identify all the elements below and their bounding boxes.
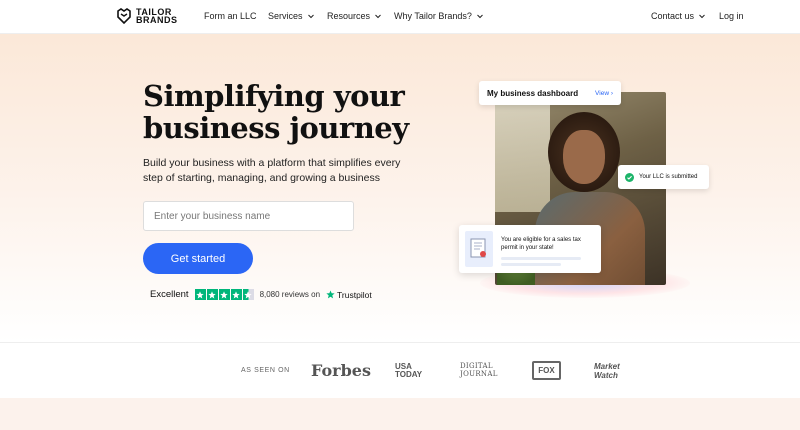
- fox-logo: FOX: [532, 361, 561, 380]
- nav-services[interactable]: Services: [268, 11, 315, 21]
- trustpilot-logo: Trustpilot: [326, 290, 372, 300]
- star-icon: [218, 289, 230, 300]
- top-nav: TAILOR BRANDS Form an LLC Services Resou…: [0, 0, 800, 34]
- business-name-input[interactable]: [143, 201, 354, 231]
- check-circle-icon: [625, 172, 634, 182]
- nav-contact-us[interactable]: Contact us: [651, 11, 706, 21]
- chevron-down-icon: [477, 14, 483, 19]
- permit-card: You are eligible for a sales tax permit …: [459, 225, 601, 273]
- marketwatch-logo: Market Watch: [594, 362, 620, 380]
- rating-label: Excellent: [150, 289, 189, 300]
- half-star-icon: [242, 289, 254, 300]
- view-link[interactable]: View ›: [595, 90, 613, 97]
- permit-text: You are eligible for a sales tax permit …: [501, 237, 581, 251]
- as-seen-on-label: AS SEEN ON: [241, 367, 290, 374]
- document-icon: [465, 231, 494, 267]
- trustpilot-star-icon: [326, 290, 335, 299]
- rating-stars: [194, 289, 254, 300]
- nav-why-tailor-brands[interactable]: Why Tailor Brands?: [394, 11, 484, 21]
- llc-status-text: Your LLC is submitted: [639, 174, 698, 180]
- logo-text: TAILOR BRANDS: [136, 7, 178, 25]
- nav-resources[interactable]: Resources: [327, 11, 382, 21]
- dashboard-title-card: My business dashboard View ›: [479, 81, 621, 105]
- llc-status-card: Your LLC is submitted: [618, 165, 709, 189]
- review-count: 8,080 reviews on: [259, 290, 321, 299]
- hero-headline: Simplifying your business journey: [143, 79, 409, 145]
- nav-log-in[interactable]: Log in: [719, 11, 744, 21]
- permit-placeholder-lines: [501, 257, 595, 266]
- logo-icon: [117, 8, 131, 24]
- chevron-down-icon: [699, 14, 705, 19]
- star-icon: [230, 289, 242, 300]
- usa-today-logo: USA TODAY: [395, 362, 423, 379]
- chevron-down-icon: [307, 14, 314, 19]
- chevron-down-icon: [375, 14, 381, 19]
- star-icon: [194, 289, 206, 300]
- star-icon: [206, 289, 218, 300]
- next-section-band: [0, 398, 800, 430]
- get-started-button[interactable]: Get started: [143, 243, 253, 274]
- tailor-brands-logo[interactable]: TAILOR BRANDS: [116, 7, 178, 25]
- nav-form-llc[interactable]: Form an LLC: [204, 11, 257, 21]
- forbes-logo: Forbes: [311, 361, 371, 380]
- digital-journal-logo: DIGITAL JOURNAL: [460, 362, 498, 378]
- trustpilot-rating[interactable]: Excellent 8,080 reviews on Trustpilot: [150, 289, 372, 300]
- hero-subtitle: Build your business with a platform that…: [143, 157, 401, 184]
- dashboard-title: My business dashboard: [487, 88, 579, 98]
